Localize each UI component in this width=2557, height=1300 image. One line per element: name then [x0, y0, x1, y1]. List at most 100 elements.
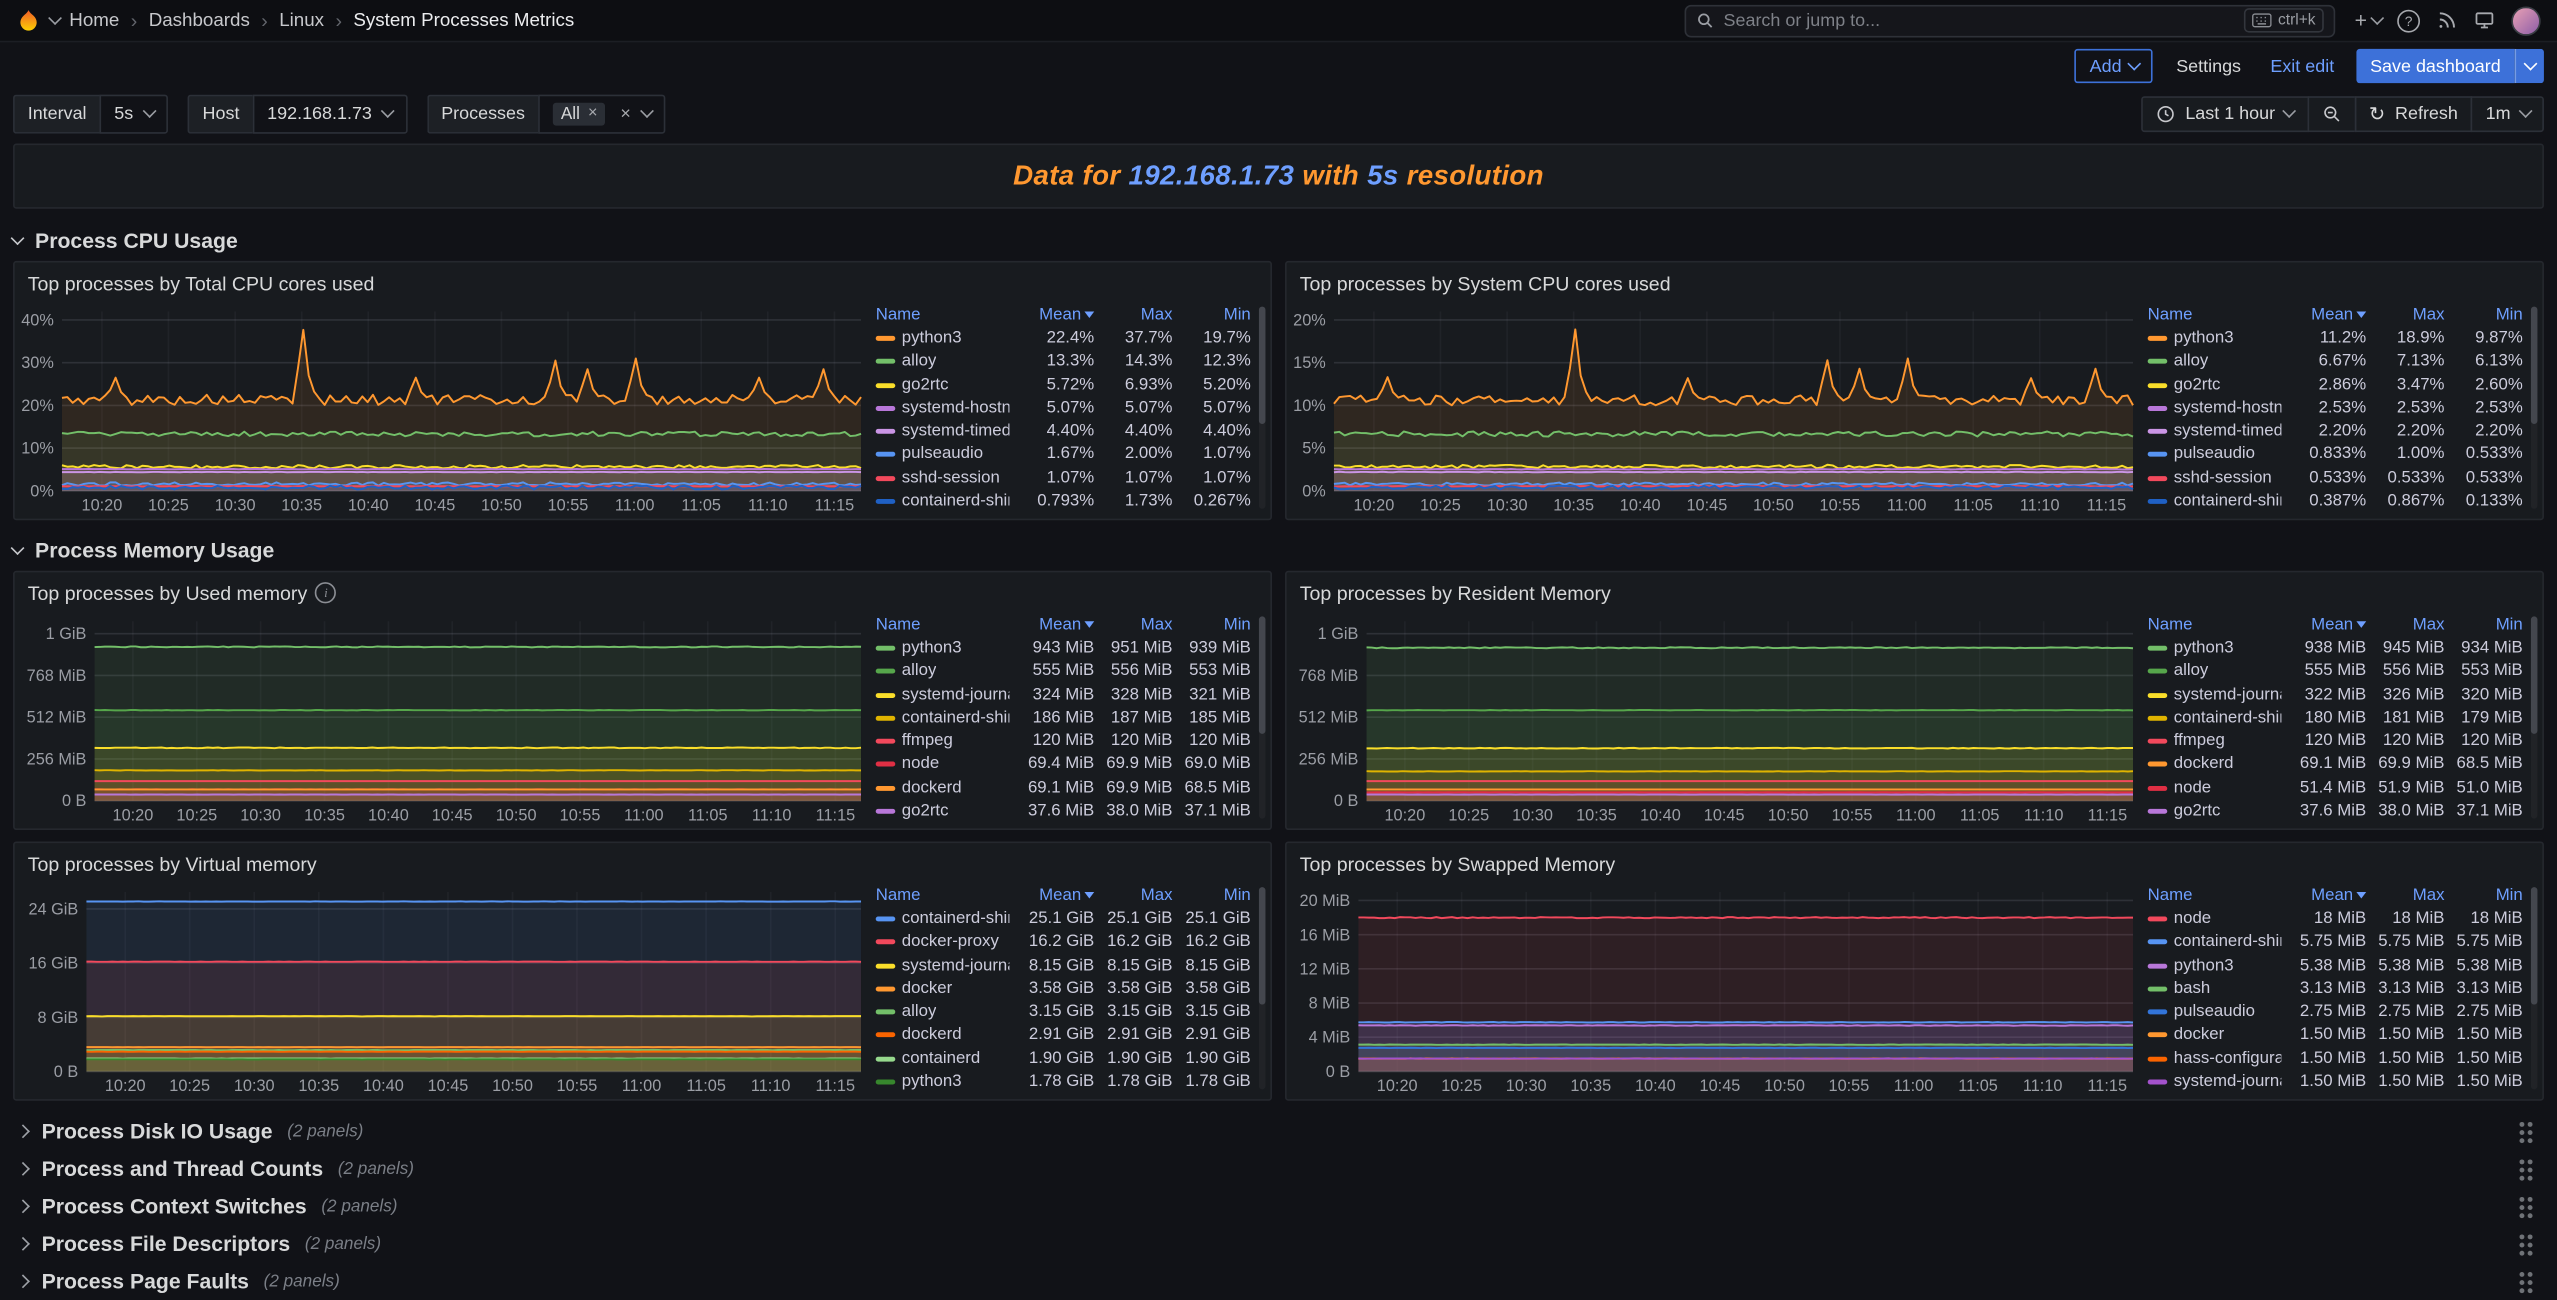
news-rss-icon[interactable]: [2436, 10, 2457, 31]
legend-series-dockerd[interactable]: dockerd: [2148, 756, 2282, 774]
legend-col-mean[interactable]: Mean: [1009, 306, 1094, 324]
section-header-process-disk-io-usage[interactable]: Process Disk IO Usage(2 panels): [13, 1112, 2544, 1150]
legend-col-name[interactable]: Name: [2148, 616, 2282, 634]
drag-handle-icon[interactable]: [2518, 1230, 2534, 1256]
help-icon[interactable]: ?: [2397, 9, 2420, 32]
legend-series-containerd-shim[interactable]: containerd-shim: [2148, 709, 2282, 727]
legend-series-node[interactable]: node: [2148, 910, 2282, 928]
new-menu-button[interactable]: +: [2355, 8, 2381, 32]
legend-col-mean[interactable]: Mean: [1009, 887, 1094, 905]
legend-series-systemd-timedat[interactable]: systemd-timedat: [876, 423, 1010, 441]
refresh-interval-select[interactable]: 1m: [2471, 95, 2544, 131]
nav-menu-chevron-icon[interactable]: [49, 12, 62, 25]
legend-series-containerd-shim[interactable]: containerd-shim: [876, 910, 1010, 928]
legend-series-ffmpeg[interactable]: ffmpeg: [876, 732, 1010, 750]
drag-handle-icon[interactable]: [2518, 1268, 2534, 1294]
legend-col-min[interactable]: Min: [1173, 616, 1251, 634]
legend-col-mean[interactable]: Mean: [2281, 887, 2366, 905]
legend-series-alloy[interactable]: alloy: [2148, 662, 2282, 680]
grafana-logo-icon[interactable]: [16, 8, 40, 32]
legend-scrollbar[interactable]: [1259, 307, 1266, 509]
legend-col-name[interactable]: Name: [876, 887, 1010, 905]
drag-handle-icon[interactable]: [2518, 1155, 2534, 1181]
legend-series-ffmpeg[interactable]: ffmpeg: [2148, 732, 2282, 750]
panel-title[interactable]: Top processes by Total CPU cores used: [15, 263, 1271, 301]
legend-col-min[interactable]: Min: [2444, 887, 2522, 905]
timeseries-chart[interactable]: 24 GiB16 GiB8 GiB0 B10:2010:2510:3010:35…: [18, 881, 873, 1096]
section-header-process-and-thread-counts[interactable]: Process and Thread Counts(2 panels): [13, 1150, 2544, 1188]
legend-col-max[interactable]: Max: [1094, 616, 1172, 634]
breadcrumb-item[interactable]: Home: [69, 11, 119, 31]
processes-select[interactable]: All× ×: [538, 94, 666, 133]
exit-edit-button[interactable]: Exit edit: [2264, 49, 2341, 83]
legend-series-alloy[interactable]: alloy: [2148, 353, 2282, 371]
chip-close-icon[interactable]: ×: [588, 104, 598, 122]
legend-col-max[interactable]: Max: [1094, 887, 1172, 905]
legend-col-max[interactable]: Max: [2366, 887, 2444, 905]
legend-col-name[interactable]: Name: [2148, 306, 2282, 324]
legend-col-min[interactable]: Min: [2444, 616, 2522, 634]
legend-scrollbar[interactable]: [2531, 307, 2538, 509]
legend-col-max[interactable]: Max: [2366, 616, 2444, 634]
timeseries-chart[interactable]: 40%30%20%10%0%10:2010:2510:3010:3510:401…: [18, 300, 873, 515]
legend-col-max[interactable]: Max: [2366, 306, 2444, 324]
legend-series-systemd-hostnam[interactable]: systemd-hostnam: [876, 399, 1010, 417]
save-dashboard-button[interactable]: Save dashboard: [2357, 49, 2514, 83]
legend-series-sshd-session[interactable]: sshd-session: [2148, 469, 2282, 487]
legend-series-bash[interactable]: bash: [2148, 980, 2282, 998]
legend-series-containerd-shim[interactable]: containerd-shim: [2148, 493, 2282, 511]
legend-col-mean[interactable]: Mean: [1009, 616, 1094, 634]
breadcrumb-item[interactable]: Dashboards: [149, 11, 250, 31]
legend-col-name[interactable]: Name: [876, 616, 1010, 634]
legend-series-docker-proxy[interactable]: docker-proxy: [876, 933, 1010, 951]
section-header-process-page-faults[interactable]: Process Page Faults(2 panels): [13, 1262, 2544, 1300]
legend-series-pulseaudio[interactable]: pulseaudio: [2148, 1003, 2282, 1021]
legend-series-sshd-session[interactable]: sshd-session: [876, 469, 1010, 487]
timeseries-chart[interactable]: 1 GiB768 MiB512 MiB256 MiB0 B10:2010:251…: [1290, 610, 2145, 825]
legend-series-node[interactable]: node: [876, 756, 1010, 774]
legend-series-python3[interactable]: python3: [2148, 956, 2282, 974]
legend-series-docker[interactable]: docker: [876, 980, 1010, 998]
legend-scrollbar[interactable]: [2531, 887, 2538, 1089]
timeseries-chart[interactable]: 1 GiB768 MiB512 MiB256 MiB0 B10:2010:251…: [18, 610, 873, 825]
legend-series-systemd-journal[interactable]: systemd-journal: [876, 686, 1010, 704]
legend-series-go2rtc[interactable]: go2rtc: [2148, 376, 2282, 394]
search-input[interactable]: Search or jump to... ctrl+k: [1684, 4, 2335, 37]
interval-select[interactable]: 5s: [100, 94, 169, 133]
time-range-picker[interactable]: Last 1 hour: [2141, 95, 2308, 131]
legend-series-dockerd[interactable]: dockerd: [876, 779, 1010, 797]
panel-title[interactable]: Top processes by Virtual memory: [15, 843, 1271, 881]
legend-col-min[interactable]: Min: [2444, 306, 2522, 324]
legend-series-python3[interactable]: python3: [2148, 329, 2282, 347]
legend-series-systemd-hostnam[interactable]: systemd-hostnam: [2148, 399, 2282, 417]
drag-handle-icon[interactable]: [2518, 1193, 2534, 1219]
section-header-process-context-switches[interactable]: Process Context Switches(2 panels): [13, 1187, 2544, 1225]
legend-scrollbar[interactable]: [2531, 616, 2538, 818]
panel-title[interactable]: Top processes by Swapped Memory: [1287, 843, 2543, 881]
legend-series-pulseaudio[interactable]: pulseaudio: [2148, 446, 2282, 464]
legend-col-max[interactable]: Max: [1094, 306, 1172, 324]
breadcrumb-item[interactable]: Linux: [279, 11, 324, 31]
zoom-out-button[interactable]: [2307, 95, 2356, 131]
timeseries-chart[interactable]: 20%15%10%5%0%10:2010:2510:3010:3510:4010…: [1290, 300, 2145, 515]
legend-series-dockerd[interactable]: dockerd: [876, 1026, 1010, 1044]
legend-series-python3[interactable]: python3: [876, 1073, 1010, 1091]
legend-series-systemd-journal[interactable]: systemd-journal: [2148, 1073, 2282, 1091]
legend-scrollbar[interactable]: [1259, 887, 1266, 1089]
save-dashboard-dropdown[interactable]: [2514, 49, 2544, 83]
legend-series-alloy[interactable]: alloy: [876, 662, 1010, 680]
host-select[interactable]: 192.168.1.73: [252, 94, 406, 133]
section-header-process-file-descriptors[interactable]: Process File Descriptors(2 panels): [13, 1225, 2544, 1263]
legend-col-min[interactable]: Min: [1173, 887, 1251, 905]
panel-title[interactable]: Top processes by Resident Memory: [1287, 572, 2543, 610]
section-header-process-memory-usage[interactable]: Process Memory Usage: [13, 532, 2544, 568]
screens-icon[interactable]: [2474, 10, 2495, 31]
panel-title[interactable]: Top processes by System CPU cores used: [1287, 263, 2543, 301]
info-icon[interactable]: i: [315, 582, 336, 603]
legend-col-name[interactable]: Name: [2148, 887, 2282, 905]
legend-series-python3[interactable]: python3: [2148, 639, 2282, 657]
legend-series-alloy[interactable]: alloy: [876, 1003, 1010, 1021]
legend-series-docker[interactable]: docker: [2148, 1026, 2282, 1044]
legend-series-go2rtc[interactable]: go2rtc: [876, 802, 1010, 820]
legend-series-containerd-shim[interactable]: containerd-shim: [876, 709, 1010, 727]
